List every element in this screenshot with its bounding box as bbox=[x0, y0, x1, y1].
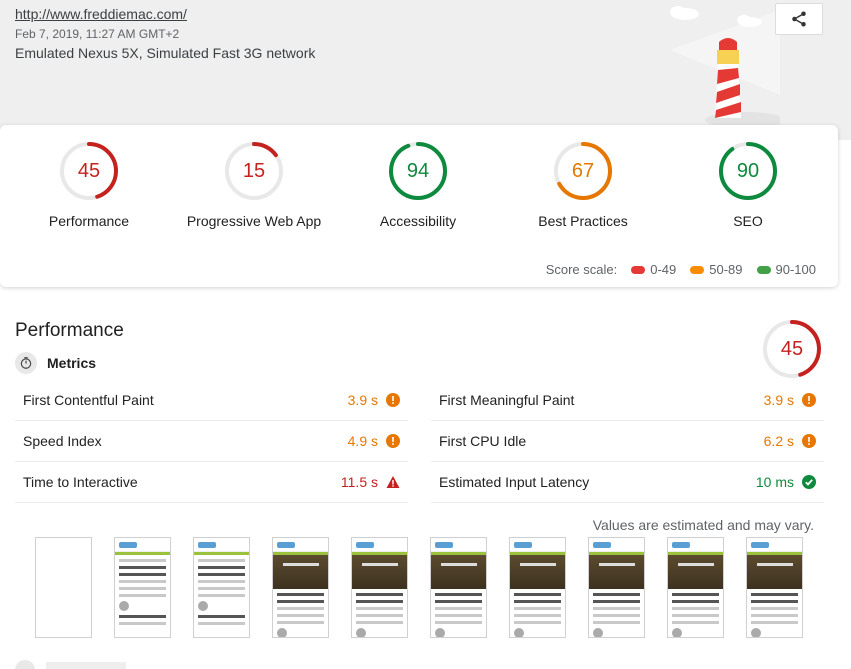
metric-value: 11.5 s bbox=[340, 474, 378, 490]
category-score: 67 bbox=[571, 160, 595, 182]
filmstrip-frame bbox=[667, 537, 724, 638]
metric-name: First Meaningful Paint bbox=[439, 392, 575, 408]
category-label: Accessibility bbox=[379, 213, 457, 229]
filmstrip-frame bbox=[272, 537, 329, 638]
metric-name: Time to Interactive bbox=[23, 474, 138, 490]
category-label: SEO bbox=[733, 213, 763, 229]
metric-value: 6.2 s bbox=[763, 433, 794, 449]
filmstrip-frame bbox=[193, 537, 250, 638]
info-icon bbox=[802, 393, 816, 407]
metrics-header: Metrics bbox=[15, 352, 96, 374]
category-label: Progressive Web App bbox=[186, 213, 322, 229]
category-label: Performance bbox=[48, 213, 130, 229]
next-section-icon bbox=[15, 660, 35, 669]
stopwatch-icon bbox=[15, 352, 37, 374]
gauge-ring: 45 bbox=[59, 141, 119, 201]
filmstrip-frame bbox=[746, 537, 803, 638]
metric-value: 10 ms bbox=[755, 474, 794, 490]
metric-row-estimated-input-latency: Estimated Input Latency 10 ms bbox=[431, 462, 824, 503]
info-icon bbox=[386, 393, 400, 407]
lighthouse-illustration bbox=[670, 6, 780, 125]
warning-icon bbox=[386, 475, 400, 489]
category-score: 94 bbox=[406, 160, 430, 182]
category-gauge-accessibility[interactable]: 94 Accessibility bbox=[336, 141, 500, 229]
filmstrip-frame bbox=[430, 537, 487, 638]
category-gauge-best-practices[interactable]: 67 Best Practices bbox=[501, 141, 665, 229]
filmstrip-frame bbox=[114, 537, 171, 638]
score-summary-card: 45 Performance 15 Progressive Web App 94 Acce… bbox=[0, 125, 838, 287]
metric-row-speed-index: Speed Index 4.9 s bbox=[15, 421, 408, 462]
category-score: 45 bbox=[77, 160, 101, 182]
score-scale-label: Score scale: bbox=[545, 262, 618, 277]
scale-range-low: 0-49 bbox=[631, 262, 676, 277]
share-button[interactable] bbox=[775, 3, 823, 35]
category-gauge-progressive-web-app[interactable]: 15 Progressive Web App bbox=[172, 141, 336, 229]
category-label: Best Practices bbox=[538, 213, 628, 229]
environment-info: Emulated Nexus 5X, Simulated Fast 3G net… bbox=[15, 45, 316, 61]
info-icon bbox=[802, 434, 816, 448]
filmstrip bbox=[35, 537, 815, 640]
metric-name: First CPU Idle bbox=[439, 433, 527, 449]
metric-row-time-to-interactive: Time to Interactive 11.5 s bbox=[15, 462, 408, 503]
performance-score-value: 45 bbox=[780, 338, 804, 360]
category-score: 90 bbox=[736, 160, 760, 182]
category-gauge-performance[interactable]: 45 Performance bbox=[7, 141, 171, 229]
category-score: 15 bbox=[242, 160, 266, 182]
info-icon bbox=[386, 434, 400, 448]
metric-value: 3.9 s bbox=[347, 392, 378, 408]
metric-value: 3.9 s bbox=[763, 392, 794, 408]
metric-row-first-contentful-paint: First Contentful Paint 3.9 s bbox=[15, 380, 408, 421]
report-timestamp: Feb 7, 2019, 11:27 AM GMT+2 bbox=[15, 27, 180, 41]
next-section-title bbox=[46, 662, 126, 669]
filmstrip-frame bbox=[35, 537, 92, 638]
metric-row-first-cpu-idle: First CPU Idle 6.2 s bbox=[431, 421, 824, 462]
page-url-link[interactable]: http://www.freddiemac.com/ bbox=[15, 6, 187, 22]
filmstrip-frame bbox=[351, 537, 408, 638]
metric-value: 4.9 s bbox=[347, 433, 378, 449]
performance-section-title: Performance bbox=[15, 320, 124, 341]
gauge-ring: 94 bbox=[388, 141, 448, 201]
gauge-ring: 15 bbox=[224, 141, 284, 201]
metric-name: Estimated Input Latency bbox=[439, 474, 590, 490]
gauge-ring: 90 bbox=[718, 141, 778, 201]
performance-score-gauge[interactable]: 45 bbox=[762, 319, 822, 379]
scale-range-mid: 50-89 bbox=[690, 262, 743, 277]
metrics-label: Metrics bbox=[47, 355, 97, 371]
metric-name: First Contentful Paint bbox=[23, 392, 154, 408]
metric-row-first-meaningful-paint: First Meaningful Paint 3.9 s bbox=[431, 380, 824, 421]
scale-range-high: 90-100 bbox=[756, 262, 816, 277]
report-header: http://www.freddiemac.com/ Feb 7, 2019, … bbox=[0, 0, 851, 140]
category-gauge-seo[interactable]: 90 SEO bbox=[666, 141, 830, 229]
filmstrip-frame bbox=[509, 537, 566, 638]
share-icon bbox=[792, 11, 806, 27]
estimate-note: Values are estimated and may vary. bbox=[592, 517, 814, 533]
metric-name: Speed Index bbox=[23, 433, 102, 449]
check-icon bbox=[802, 475, 816, 489]
score-scale-legend: Score scale: 0-49 50-89 90-100 bbox=[546, 262, 816, 277]
filmstrip-frame bbox=[588, 537, 645, 638]
gauge-ring: 67 bbox=[553, 141, 613, 201]
